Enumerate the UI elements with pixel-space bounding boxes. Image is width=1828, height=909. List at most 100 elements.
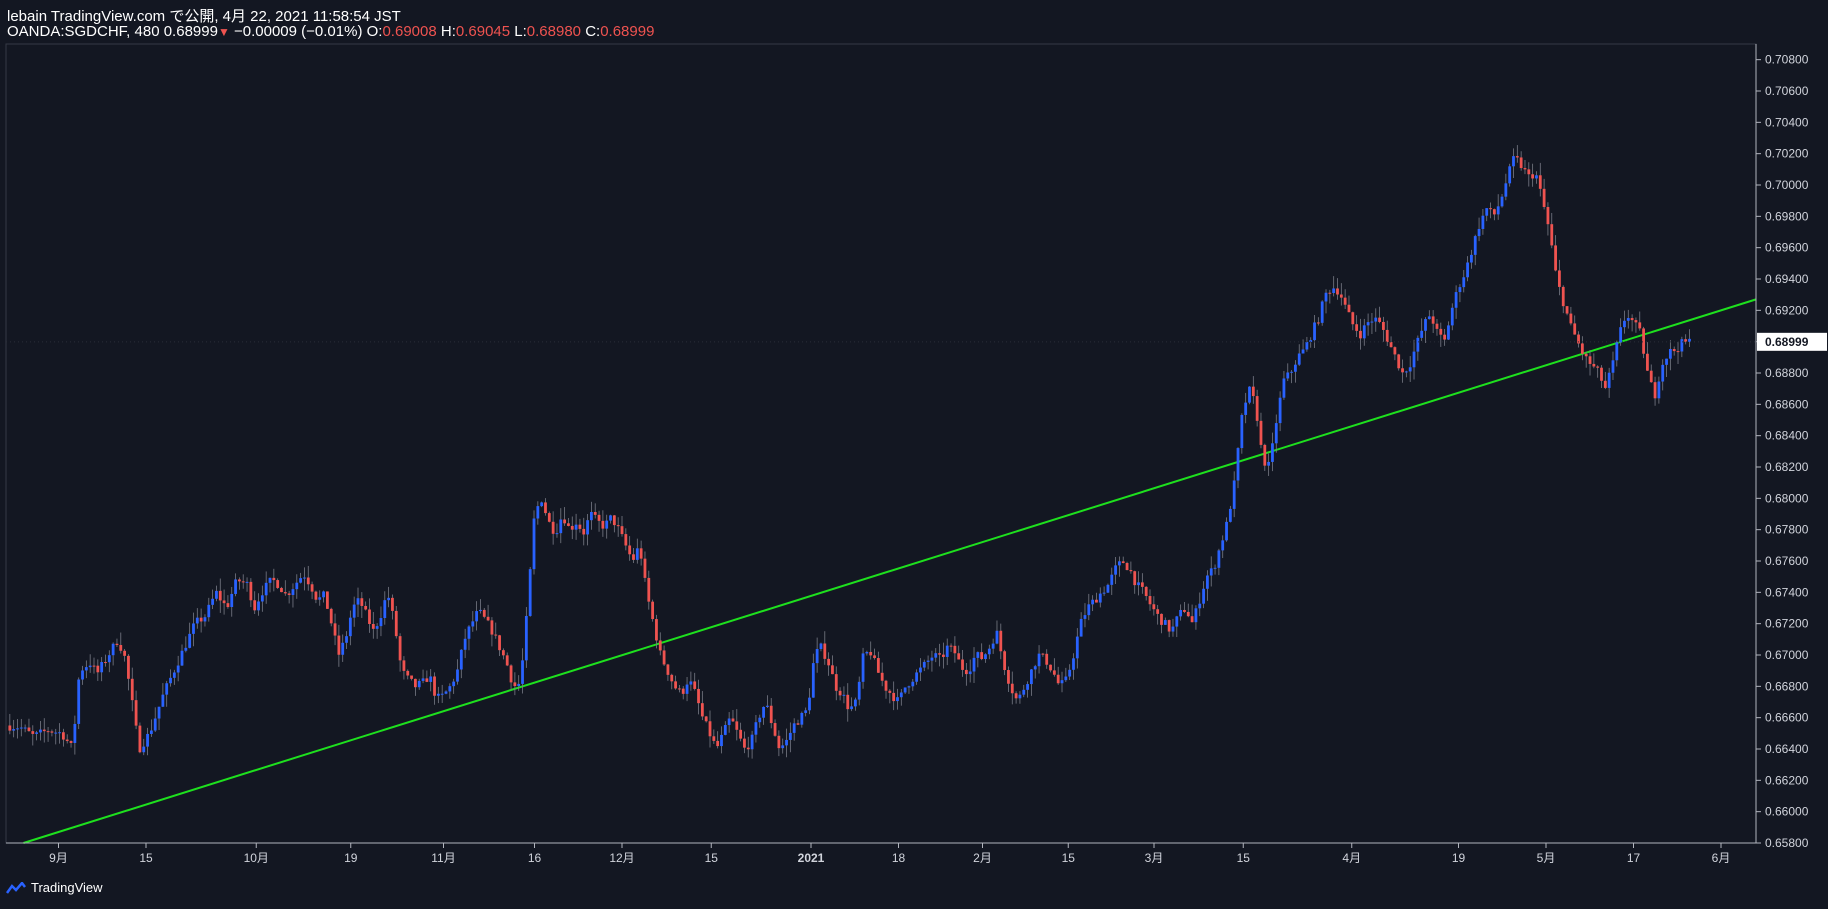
- candle-up: [1332, 288, 1336, 294]
- candle-up: [762, 706, 765, 718]
- candle-up: [635, 548, 639, 560]
- plot-border: [5, 43, 1757, 844]
- candle-down: [1014, 693, 1018, 699]
- candle-up: [1420, 330, 1424, 338]
- price-tick-label: 0.66000: [1765, 805, 1809, 819]
- candle-down: [104, 662, 107, 664]
- candle-up: [479, 609, 482, 612]
- candle-up: [195, 617, 199, 624]
- candle-down: [674, 681, 677, 689]
- candle-up: [417, 680, 421, 688]
- candle-up: [1267, 461, 1271, 466]
- candle-down: [620, 526, 624, 535]
- candle-down: [1251, 386, 1255, 397]
- candle-up: [758, 717, 762, 723]
- candle-up: [1106, 584, 1110, 593]
- candle-down: [1397, 354, 1401, 369]
- candle-up: [172, 672, 176, 678]
- time-tick-label: 9月: [49, 851, 68, 865]
- candle-down: [371, 623, 375, 629]
- candle-down: [838, 690, 842, 696]
- candle-down: [1596, 366, 1600, 368]
- candle-up: [1485, 208, 1489, 216]
- tradingview-brand[interactable]: TradingView: [6, 880, 103, 895]
- trend-line[interactable]: [23, 298, 1757, 844]
- close-value: 0.68999: [600, 23, 655, 40]
- last-value: 0.68999: [163, 23, 218, 40]
- candle-up: [788, 732, 792, 740]
- candle-down: [398, 636, 402, 661]
- candle-down: [1592, 363, 1596, 367]
- candle-up: [800, 712, 804, 725]
- candle-down: [1041, 653, 1045, 655]
- candle-up: [1504, 183, 1508, 197]
- candle-down: [1378, 317, 1381, 322]
- time-tick-label: 19: [1452, 851, 1466, 865]
- candle-down: [876, 658, 880, 673]
- candle-up: [1198, 603, 1202, 609]
- candle-up: [448, 686, 452, 692]
- candle-up: [463, 638, 467, 650]
- candle-up: [1232, 480, 1236, 509]
- price-tick-label: 0.67200: [1765, 617, 1809, 631]
- candle-up: [922, 661, 926, 668]
- candle-down: [1347, 304, 1351, 313]
- candlesticks: [8, 145, 1691, 759]
- candle-down: [1129, 570, 1133, 572]
- candle-down: [708, 721, 712, 737]
- candle-up: [540, 502, 544, 507]
- candle-up: [35, 732, 39, 734]
- candle-up: [972, 657, 976, 672]
- candle-up: [268, 577, 272, 583]
- time-tick-label: 15: [1237, 851, 1251, 865]
- candle-up: [88, 665, 92, 668]
- candle-down: [130, 678, 134, 701]
- candle-down: [1542, 188, 1546, 207]
- candle-down: [1156, 609, 1160, 614]
- candle-up: [528, 569, 532, 616]
- candle-down: [697, 688, 700, 704]
- candle-up: [1508, 166, 1512, 184]
- price-tick-label: 0.67000: [1765, 648, 1809, 662]
- candle-up: [1206, 575, 1209, 589]
- candle-up: [1320, 301, 1324, 323]
- candle-up: [188, 633, 192, 648]
- price-chart[interactable]: 0.70800 0.70600 0.70400 0.70200 0.70000 0.698…: [0, 0, 1828, 909]
- candle-up: [1408, 367, 1412, 372]
- candle-down: [831, 665, 834, 675]
- candle-down: [942, 654, 945, 657]
- candle-down: [65, 739, 69, 742]
- time-tick-label: 4月: [1342, 851, 1361, 865]
- candle-up: [792, 723, 796, 733]
- candle-up: [991, 643, 995, 649]
- candle-down: [731, 718, 735, 722]
- price-tick-label: 0.68800: [1765, 366, 1809, 380]
- candle-up: [1294, 364, 1297, 372]
- candle-up: [976, 652, 980, 658]
- time-tick-label: 16: [528, 851, 542, 865]
- candle-down: [957, 653, 961, 660]
- change-value: −0.00009 (−0.01%): [234, 23, 363, 40]
- price-axis[interactable]: 0.70800 0.70600 0.70400 0.70200 0.70000 0.698…: [1756, 53, 1809, 850]
- candle-up: [1079, 618, 1083, 637]
- candle-up: [1228, 508, 1232, 522]
- candle-up: [609, 515, 612, 521]
- candle-up: [1171, 626, 1175, 632]
- price-tick-label: 0.68600: [1765, 397, 1809, 411]
- candle-up: [1083, 615, 1087, 619]
- candle-up: [865, 651, 869, 654]
- candle-up: [146, 733, 149, 747]
- time-axis[interactable]: 9月 15 10月 19 11月 16 12月 15 2021 18 2月 15 3月 15 4月 19 5月 1…: [49, 843, 1730, 865]
- candle-down: [283, 592, 287, 594]
- candle-up: [1290, 371, 1293, 373]
- candle-down: [1401, 368, 1404, 373]
- candle-up: [1179, 609, 1183, 617]
- candle-down: [1339, 294, 1343, 298]
- candle-down: [1167, 620, 1171, 632]
- candle-up: [264, 582, 268, 596]
- candle-up: [192, 623, 195, 634]
- candle-up: [176, 665, 180, 673]
- candle-up: [559, 519, 563, 534]
- down-triangle-icon: ▼: [217, 25, 230, 39]
- high-value: 0.69045: [455, 23, 511, 40]
